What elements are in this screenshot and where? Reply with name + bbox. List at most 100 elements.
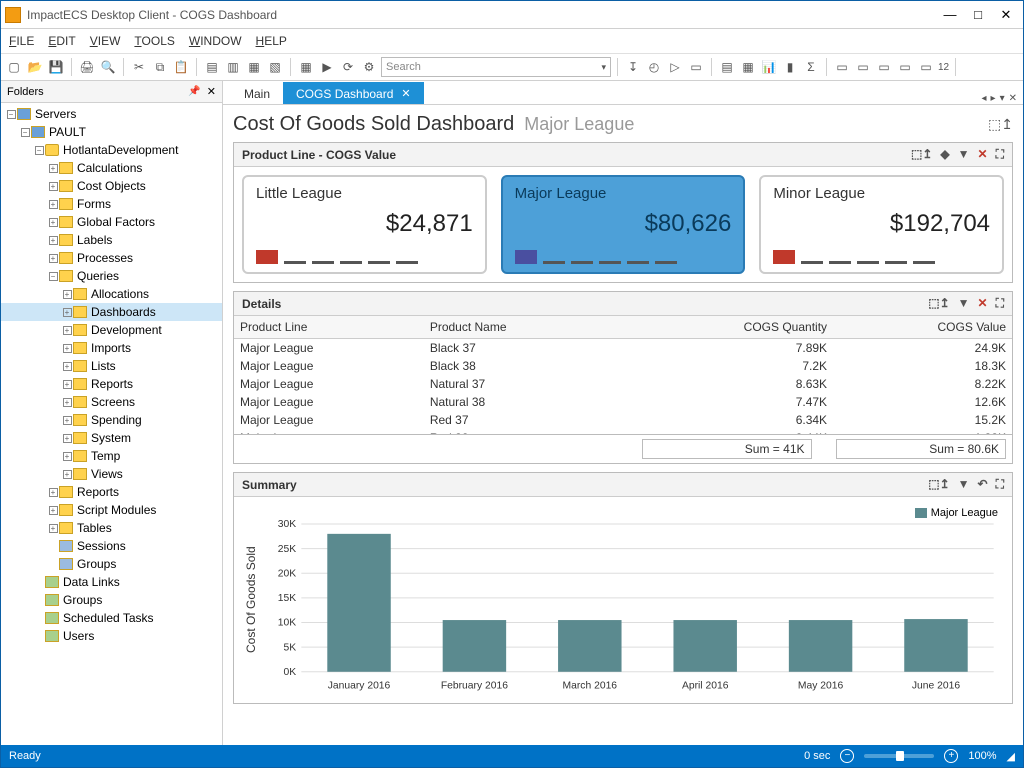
panel-export-icon[interactable]: ⬚↥ (928, 477, 949, 492)
tree-node[interactable]: −PAULT (1, 123, 222, 141)
tree-node[interactable]: +Views (1, 465, 222, 483)
new-icon[interactable]: ▢ (5, 58, 23, 76)
tb-r14[interactable]: ▭ (917, 58, 935, 76)
tb-r8[interactable]: ▮ (781, 58, 799, 76)
pin-icon[interactable]: 📌 (188, 86, 200, 97)
tree-node[interactable]: +Processes (1, 249, 222, 267)
tb-r11[interactable]: ▭ (854, 58, 872, 76)
tb-r10[interactable]: ▭ (833, 58, 851, 76)
column-header[interactable]: Product Line (234, 316, 424, 339)
tb-r5[interactable]: ▤ (718, 58, 736, 76)
preview-icon[interactable]: 🔍 (99, 58, 117, 76)
cut-icon[interactable]: ✂ (130, 58, 148, 76)
export-icon[interactable]: ⬚↥ (988, 116, 1013, 133)
column-header[interactable]: COGS Quantity (621, 316, 833, 339)
panel-expand-icon[interactable]: ⛶ (996, 147, 1004, 162)
tree-node[interactable]: −HotlantaDevelopment (1, 141, 222, 159)
details-table[interactable]: Product LineProduct NameCOGS QuantityCOG… (234, 316, 1012, 434)
tree-node[interactable]: +Imports (1, 339, 222, 357)
panel-export-icon[interactable]: ⬚↥ (911, 147, 932, 162)
tree-node[interactable]: +System (1, 429, 222, 447)
tb-r7[interactable]: 📊 (760, 58, 778, 76)
product-card[interactable]: Major League$80,626 (501, 175, 746, 274)
tab-cogs-dashboard[interactable]: COGS Dashboard✕ (283, 82, 424, 104)
tree-node[interactable]: +Global Factors (1, 213, 222, 231)
tab-main[interactable]: Main (231, 82, 283, 104)
copy-icon[interactable]: ⧉ (151, 58, 169, 76)
open-icon[interactable]: 📂 (26, 58, 44, 76)
tree-node[interactable]: +Allocations (1, 285, 222, 303)
tree-node[interactable]: +Forms (1, 195, 222, 213)
tb-r12[interactable]: ▭ (875, 58, 893, 76)
menu-view[interactable]: VIEW (90, 34, 121, 48)
play-icon[interactable]: ▶ (318, 58, 336, 76)
maximize-button[interactable]: □ (965, 5, 991, 25)
tb-12[interactable]: 12 (938, 58, 949, 76)
zoom-slider[interactable] (864, 754, 934, 758)
menu-window[interactable]: WINDOW (189, 34, 242, 48)
summary-chart[interactable]: Major League 0K5K10K15K20K25K30KJanuary … (260, 505, 1004, 695)
tree-node[interactable]: Sessions (1, 537, 222, 555)
tree-node[interactable]: +Cost Objects (1, 177, 222, 195)
tree-node[interactable]: Users (1, 627, 222, 645)
tb-r6[interactable]: ▦ (739, 58, 757, 76)
panel-clear-icon[interactable]: ✕ (978, 147, 988, 162)
tree-node[interactable]: Data Links (1, 573, 222, 591)
panel-filter-icon[interactable]: ▼ (958, 147, 970, 162)
resize-grip-icon[interactable]: ◢ (1007, 750, 1015, 763)
zoom-in-button[interactable]: + (944, 749, 958, 763)
tb-r4[interactable]: ▭ (687, 58, 705, 76)
tb-r2[interactable]: ◴ (645, 58, 663, 76)
tree-node[interactable]: Scheduled Tasks (1, 609, 222, 627)
tab-nav-left[interactable]: ◂ (982, 93, 987, 104)
tree-node[interactable]: Groups (1, 555, 222, 573)
folder-tree[interactable]: −Servers−PAULT−HotlantaDevelopment+Calcu… (1, 103, 222, 745)
tab-close-icon[interactable]: ✕ (401, 87, 410, 100)
tree-node[interactable]: +Tables (1, 519, 222, 537)
product-card[interactable]: Little League$24,871 (242, 175, 487, 274)
tree-node[interactable]: +Calculations (1, 159, 222, 177)
menu-help[interactable]: HELP (256, 34, 287, 48)
product-card[interactable]: Minor League$192,704 (759, 175, 1004, 274)
gear-icon[interactable]: ⚙ (360, 58, 378, 76)
tree-node[interactable]: +Reports (1, 483, 222, 501)
tb-icon-1[interactable]: ▤ (203, 58, 221, 76)
paste-icon[interactable]: 📋 (172, 58, 190, 76)
panel-filter-icon[interactable]: ▼ (958, 477, 970, 492)
tree-node[interactable]: +Reports (1, 375, 222, 393)
sidebar-close-icon[interactable]: ✕ (207, 85, 216, 98)
panel-export-icon[interactable]: ⬚↥ (928, 296, 949, 311)
table-row[interactable]: Major LeagueNatural 387.47K12.6K (234, 393, 1012, 411)
panel-filter-icon[interactable]: ▼ (958, 296, 970, 311)
table-row[interactable]: Major LeagueBlack 387.2K18.3K (234, 357, 1012, 375)
tree-node[interactable]: −Queries (1, 267, 222, 285)
tree-node[interactable]: +Screens (1, 393, 222, 411)
tree-node[interactable]: +Lists (1, 357, 222, 375)
table-row[interactable]: Major LeagueNatural 378.63K8.22K (234, 375, 1012, 393)
table-row[interactable]: Major LeagueBlack 377.89K24.9K (234, 339, 1012, 358)
tb-r9[interactable]: Σ (802, 58, 820, 76)
panel-expand-icon[interactable]: ⛶ (996, 296, 1004, 311)
refresh-icon[interactable]: ⟳ (339, 58, 357, 76)
column-header[interactable]: COGS Value (833, 316, 1012, 339)
table-row[interactable]: Major LeagueRed 376.34K15.2K (234, 411, 1012, 429)
tb-icon-4[interactable]: ▧ (266, 58, 284, 76)
menu-tools[interactable]: TOOLS (134, 34, 174, 48)
save-icon[interactable]: 💾 (47, 58, 65, 76)
menu-edit[interactable]: EDIT (48, 34, 75, 48)
tab-nav-right[interactable]: ▸ (991, 93, 996, 104)
tb-r1[interactable]: ↧ (624, 58, 642, 76)
zoom-out-button[interactable]: − (840, 749, 854, 763)
tb-icon-3[interactable]: ▦ (245, 58, 263, 76)
tb-r13[interactable]: ▭ (896, 58, 914, 76)
tree-node[interactable]: +Temp (1, 447, 222, 465)
tree-node[interactable]: +Dashboards (1, 303, 222, 321)
menu-file[interactable]: FILE (9, 34, 34, 48)
tb-r3[interactable]: ▷ (666, 58, 684, 76)
panel-expand-icon[interactable]: ⛶ (996, 477, 1004, 492)
tab-menu-icon[interactable]: ▾ (1000, 93, 1005, 104)
tree-node[interactable]: +Script Modules (1, 501, 222, 519)
tb-icon-2[interactable]: ▥ (224, 58, 242, 76)
tree-node[interactable]: −Servers (1, 105, 222, 123)
minimize-button[interactable]: — (937, 5, 963, 25)
